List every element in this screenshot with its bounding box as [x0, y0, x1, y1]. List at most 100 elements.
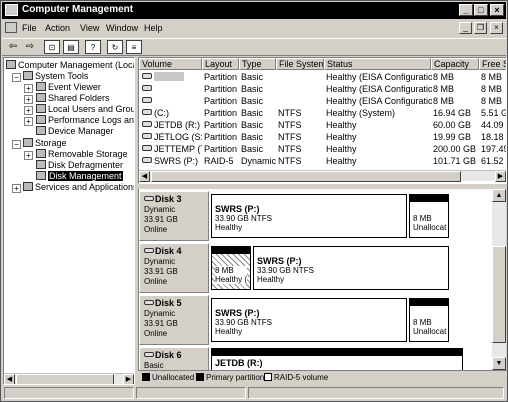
column-layout[interactable]: Layout	[202, 58, 239, 70]
volume-icon	[142, 157, 152, 163]
column-file-system[interactable]: File System	[276, 58, 324, 70]
disk-3-label[interactable]: Disk 3 Dynamic 33.91 GB Online	[139, 191, 209, 241]
volume-row[interactable]: JETTEMP (T:)PartitionBasic NTFS Healthy 200…	[139, 143, 507, 155]
child-minimize-button[interactable]: _	[459, 22, 472, 34]
show-hide-tree-icon[interactable]: ▤	[63, 40, 79, 54]
tree-item-storage[interactable]: Storage	[23, 138, 67, 148]
disk-view-vertical-scrollbar[interactable]: ▲ ▼	[492, 189, 506, 370]
scroll-left-button[interactable]: ◀	[4, 374, 15, 384]
volume-row[interactable]: Partition Basic Healthy (EISA Configuratio…	[139, 95, 506, 107]
legend-primary: Primary partition	[196, 373, 264, 382]
scroll-up-button[interactable]: ▲	[492, 189, 506, 202]
disk-5-raid5-partition[interactable]: SWRS (P:) 33.90 GB NTFS Healthy	[211, 298, 407, 342]
volume-row[interactable]: Partition Basic Healthy (EISA Configuratio…	[139, 83, 506, 95]
volume-row[interactable]: JETDB (R:) Partition Basic NTFS Healthy 60.00…	[139, 119, 506, 131]
tree-item-shared-folders[interactable]: Shared Folders	[36, 93, 110, 103]
disk-4-primary-partition[interactable]: 8 MB Healthy (	[211, 246, 251, 290]
document-icon[interactable]	[5, 22, 17, 33]
tree-item-device-manager[interactable]: Device Manager	[36, 126, 114, 136]
tree-horizontal-scrollbar[interactable]: ◀ ▶	[4, 373, 134, 384]
volume-row[interactable]: SWRS (P:) RAID-5 Dynamic NTFS Healthy 101.71 …	[139, 155, 506, 167]
menu-window[interactable]: Window	[106, 23, 138, 33]
menu-file[interactable]: File	[22, 23, 37, 33]
scroll-down-button[interactable]: ▼	[492, 357, 506, 370]
forward-arrow-icon[interactable]: ⇨	[22, 40, 38, 54]
scroll-right-button[interactable]: ▶	[123, 374, 134, 384]
services-icon	[23, 182, 33, 191]
column-capacity[interactable]: Capacity	[431, 58, 479, 70]
up-folder-icon[interactable]: ⊡	[44, 40, 60, 54]
tree-item-performance-logs[interactable]: Performance Logs and A	[36, 115, 134, 125]
volume-name-placeholder	[154, 72, 184, 81]
disk-6-primary-partition[interactable]: JETDB (R:)	[211, 348, 463, 370]
list-horizontal-scrollbar[interactable]: ◀ ▶	[139, 170, 506, 182]
list-scroll-left-button[interactable]: ◀	[139, 171, 150, 182]
expand-local-users[interactable]: +	[24, 106, 33, 115]
menu-help[interactable]: Help	[144, 23, 163, 33]
child-close-button[interactable]: ×	[490, 22, 503, 34]
maximize-button[interactable]: □	[474, 4, 488, 16]
back-arrow-icon[interactable]: ⇦	[5, 40, 21, 54]
volume-icon	[142, 97, 152, 103]
disk-4-raid5-partition[interactable]: SWRS (P:) 33.90 GB NTFS Healthy	[253, 246, 449, 290]
properties-icon[interactable]: ≡	[126, 40, 142, 54]
volume-icon	[142, 85, 152, 91]
volume-cell: 8 MB	[433, 84, 455, 94]
menu-view[interactable]: View	[80, 23, 99, 33]
minimize-button[interactable]: _	[459, 4, 473, 16]
disk-3-unallocated[interactable]: 8 MB Unallocat	[409, 194, 449, 238]
column-free-space[interactable]: Free Sp	[479, 58, 506, 70]
collapse-storage[interactable]: −	[12, 140, 21, 149]
disk-5-unallocated[interactable]: 8 MB Unallocat	[409, 298, 449, 342]
disk-graphical-view: Disk 3 Dynamic 33.91 GB Online SWRS (P:)…	[138, 189, 492, 370]
tree-item-system-tools[interactable]: System Tools	[23, 71, 88, 81]
volume-cell: Healthy (EISA Configuration)	[326, 96, 432, 106]
disk-4-label[interactable]: Disk 4 Dynamic 33.91 GB Online	[139, 243, 209, 293]
disk-3-raid5-partition[interactable]: SWRS (P:) 33.90 GB NTFS Healthy	[211, 194, 407, 238]
unallocated-swatch	[142, 373, 150, 381]
expand-event-viewer[interactable]: +	[24, 84, 33, 93]
list-scroll-right-button[interactable]: ▶	[495, 171, 506, 182]
volume-row[interactable]: Partition Basic Healthy (EISA Configuratio…	[139, 71, 506, 83]
tree-item-disk-defragmenter[interactable]: Disk Defragmenter	[36, 160, 123, 170]
tree-item-disk-management[interactable]: Disk Management	[36, 171, 123, 181]
disk-5-label[interactable]: Disk 5 Dynamic 33.91 GB Online	[139, 295, 209, 345]
disk-icon	[144, 352, 154, 357]
tree-item-services-and-applications[interactable]: Services and Applications	[23, 182, 134, 192]
expand-services[interactable]: +	[12, 184, 21, 193]
tree-item-removable-storage[interactable]: Removable Storage	[36, 149, 128, 159]
refresh-icon[interactable]: ↻	[107, 40, 123, 54]
title-bar[interactable]: Computer Management _ □ ×	[2, 2, 506, 19]
collapse-system-tools[interactable]: −	[12, 73, 21, 82]
expand-shared-folders[interactable]: +	[24, 95, 33, 104]
disk-icon	[144, 196, 154, 201]
volume-cell: 8 MB	[433, 72, 455, 82]
storage-icon	[23, 138, 33, 147]
volume-row[interactable]: JETLOG (S:) Partition Basic NTFS Healthy 19.9…	[139, 131, 506, 143]
tree-item-event-viewer[interactable]: Event Viewer	[36, 82, 101, 92]
vertical-scroll-thumb[interactable]	[492, 246, 506, 343]
volume-cell: JETTEMP (T:)	[142, 143, 202, 155]
expand-removable-storage[interactable]: +	[24, 151, 33, 160]
primary-partition-swatch	[196, 373, 204, 381]
legend: Unallocated Primary partition RAID-5 vol…	[138, 370, 507, 383]
legend-unallocated: Unallocated	[142, 373, 194, 382]
list-scroll-thumb[interactable]	[151, 171, 461, 182]
help-icon[interactable]: ?	[85, 40, 101, 54]
tree-item-local-users[interactable]: Local Users and Groups	[36, 104, 134, 114]
volume-cell: 197.49	[481, 144, 507, 154]
volume-row[interactable]: (C:) Partition Basic NTFS Healthy (System) 16…	[139, 107, 506, 119]
scroll-thumb[interactable]	[16, 374, 114, 384]
column-volume[interactable]: Volume	[139, 58, 202, 70]
disk-6-label[interactable]: Disk 6 Basic	[139, 347, 209, 370]
volume-cell: Healthy (EISA Configuration)	[326, 84, 432, 94]
column-status[interactable]: Status	[324, 58, 431, 70]
column-type[interactable]: Type	[239, 58, 276, 70]
tree-item-computer-management[interactable]: Computer Management (Local)	[6, 60, 134, 70]
close-button[interactable]: ×	[490, 4, 504, 16]
child-restore-button[interactable]: ❐	[474, 22, 487, 34]
volume-cell: NTFS	[278, 144, 302, 154]
menu-action[interactable]: Action	[45, 23, 70, 33]
expand-performance-logs[interactable]: +	[24, 117, 33, 126]
volume-icon	[142, 73, 152, 79]
